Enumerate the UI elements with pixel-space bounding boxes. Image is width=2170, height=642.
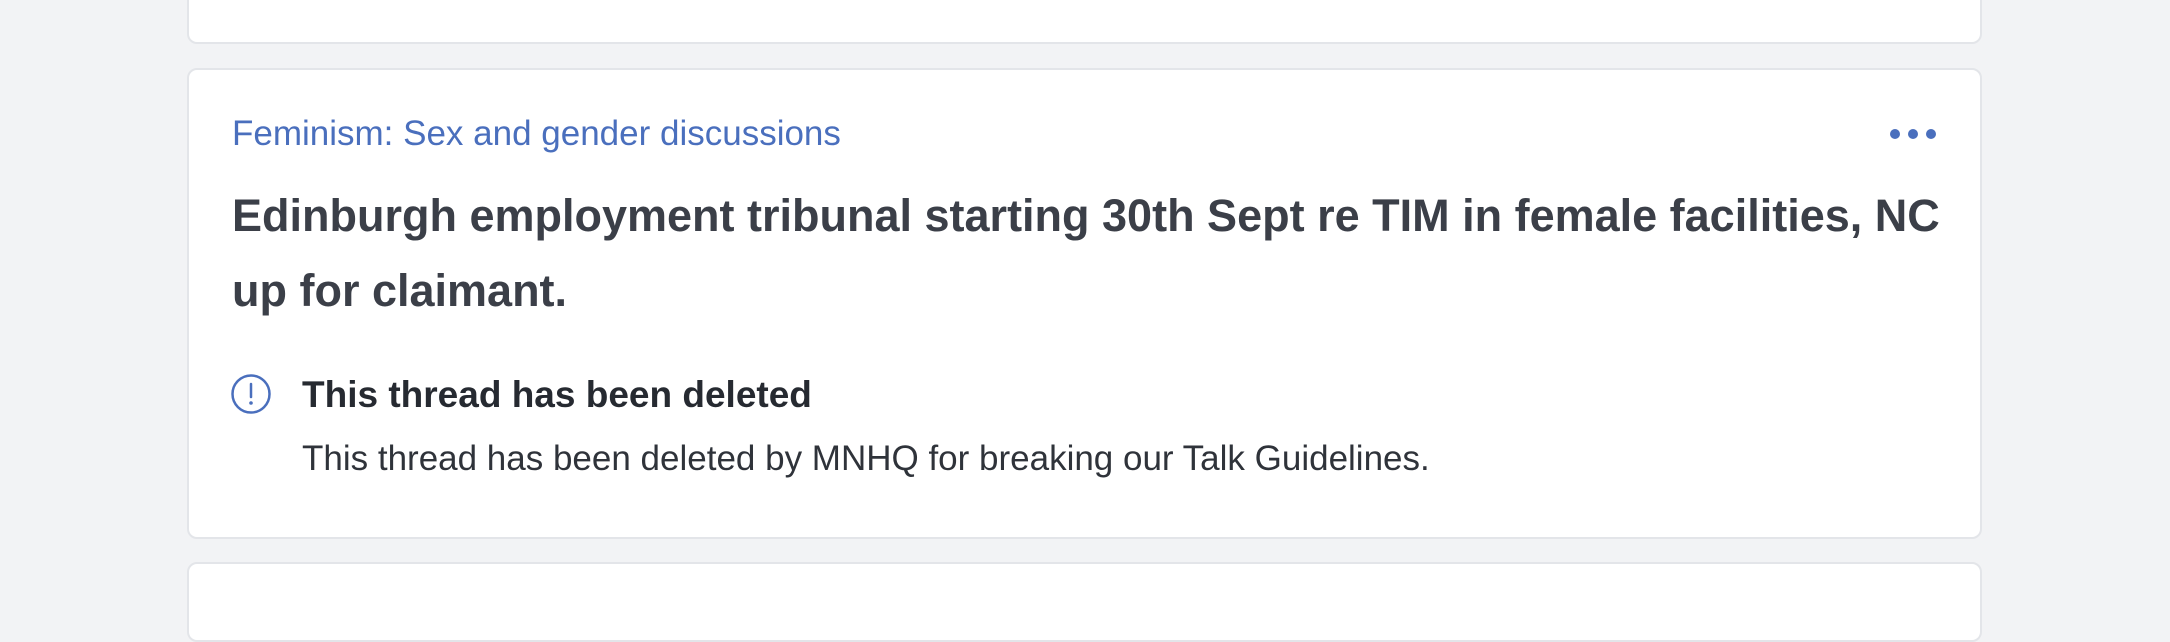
more-options-button[interactable] xyxy=(1890,122,1936,146)
more-horizontal-icon xyxy=(1890,129,1900,139)
thread-card: Feminism: Sex and gender discussions Edi… xyxy=(187,68,1982,539)
thread-category-link[interactable]: Feminism: Sex and gender discussions xyxy=(232,112,841,156)
previous-thread-card xyxy=(187,0,1982,44)
thread-title: Edinburgh employment tribunal starting 3… xyxy=(232,190,1940,316)
info-circle-icon xyxy=(231,374,271,414)
next-thread-card xyxy=(187,562,1982,642)
deleted-notice-body: This thread has been deleted by MNHQ for… xyxy=(302,439,1430,478)
deleted-notice-heading: This thread has been deleted xyxy=(302,374,812,415)
